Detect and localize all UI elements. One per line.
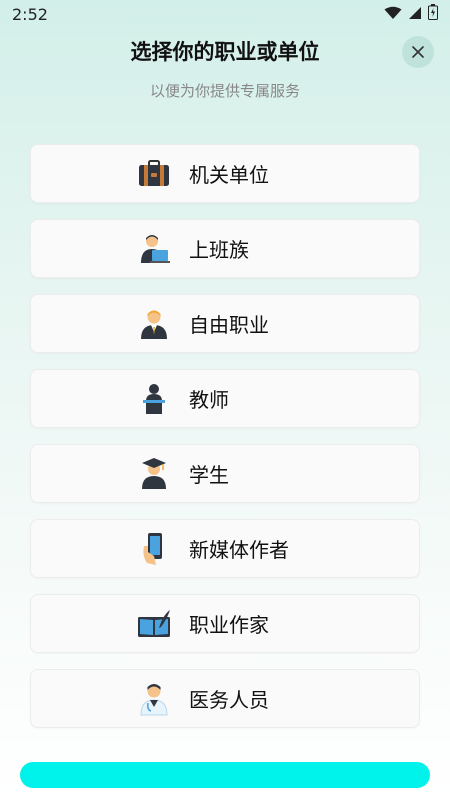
signal-icon (408, 5, 422, 24)
book-quill-icon (137, 607, 171, 641)
occupation-label: 医务人员 (189, 688, 269, 712)
status-bar: 2:52 (0, 0, 450, 28)
battery-icon (428, 4, 438, 24)
confirm-button[interactable] (20, 762, 430, 788)
occupation-label: 教师 (189, 388, 229, 412)
doctor-icon (137, 682, 171, 716)
freelancer-icon (137, 307, 171, 341)
occupation-label: 自由职业 (189, 313, 269, 337)
status-icons (384, 4, 438, 24)
occupation-item-medical-staff[interactable]: 医务人员 (30, 669, 420, 728)
occupation-item-office-worker[interactable]: 上班族 (30, 219, 420, 278)
office-worker-icon (137, 232, 171, 266)
occupation-item-teacher[interactable]: 教师 (30, 369, 420, 428)
wifi-icon (384, 5, 402, 24)
occupation-item-freelancer[interactable]: 自由职业 (30, 294, 420, 353)
teacher-podium-icon (137, 382, 171, 416)
page-subtitle: 以便为你提供专属服务 (149, 82, 300, 100)
occupation-list: 机关单位 上班族 自由职业 教师 学生 新媒体作者 职业作家 医务人员 (30, 144, 420, 744)
occupation-item-new-media-author[interactable]: 新媒体作者 (30, 519, 420, 578)
occupation-label: 机关单位 (189, 163, 269, 187)
occupation-label: 上班族 (189, 238, 249, 262)
graduate-cap-icon (137, 457, 171, 491)
occupation-item-student[interactable]: 学生 (30, 444, 420, 503)
close-button[interactable] (402, 36, 434, 68)
smartphone-hand-icon (137, 532, 171, 566)
occupation-item-government[interactable]: 机关单位 (30, 144, 420, 203)
occupation-label: 学生 (189, 463, 229, 487)
page-title: 选择你的职业或单位 (130, 40, 320, 64)
close-icon (412, 43, 424, 62)
header: 选择你的职业或单位 以便为你提供专属服务 (0, 28, 450, 118)
occupation-label: 新媒体作者 (189, 538, 289, 562)
briefcase-icon (137, 157, 171, 191)
occupation-label: 职业作家 (189, 613, 269, 637)
status-time: 2:52 (12, 4, 48, 24)
occupation-item-writer[interactable]: 职业作家 (30, 594, 420, 653)
